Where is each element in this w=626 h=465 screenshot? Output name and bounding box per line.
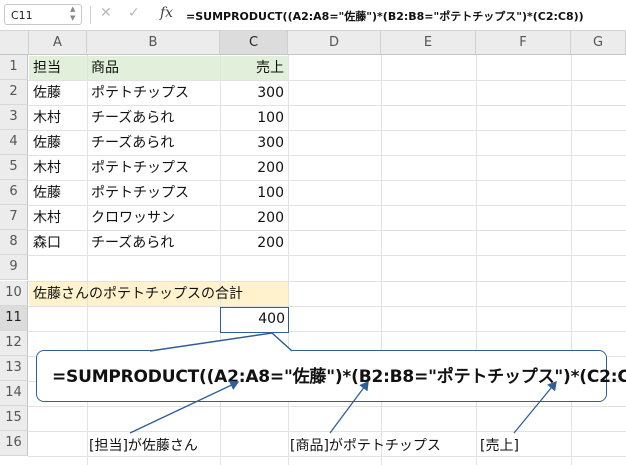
arrow-person bbox=[129, 380, 240, 434]
annotation-product: [商品]がポテトチップス bbox=[290, 438, 441, 454]
annotation-arrows bbox=[129, 332, 557, 434]
annotation-person: [担当]が佐藤さん bbox=[89, 438, 198, 454]
arrow-product bbox=[329, 380, 369, 434]
arrow-sales bbox=[513, 380, 557, 434]
callout-pointer bbox=[149, 332, 293, 352]
annotation-sales: [売上] bbox=[480, 438, 519, 454]
